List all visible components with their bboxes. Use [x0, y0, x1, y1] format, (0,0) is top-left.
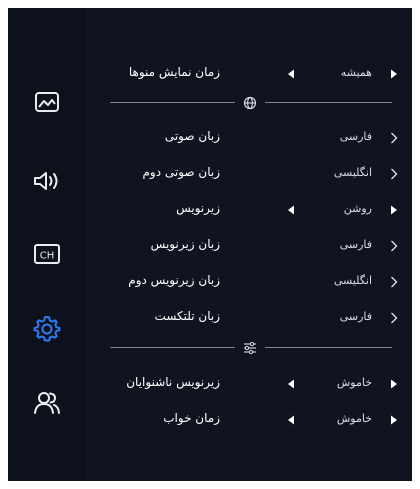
menu-row-value: همیشه	[340, 66, 372, 79]
menu-row-value: انگلیسی	[333, 274, 372, 287]
chevron-right-icon	[388, 237, 400, 255]
play-icon	[388, 65, 400, 83]
speaker-icon	[34, 172, 58, 190]
sliders-icon	[241, 340, 259, 356]
menu-row-value: فارسی	[339, 130, 372, 143]
divider-globe	[110, 95, 392, 111]
ch-icon: CH	[34, 244, 60, 264]
menu-row-label: زمان خواب	[163, 411, 220, 425]
users-icon	[34, 392, 60, 414]
left-arrow-icon[interactable]	[286, 65, 296, 83]
chevron-right-icon	[388, 273, 400, 291]
settings-menu-panel: CH همیشه زمان نمایش منوها فارسی زبان صوت…	[8, 8, 412, 481]
menu-row-label: زبان زیرنویس دوم	[128, 273, 220, 287]
menu-row-subtitle-language[interactable]: فارسی زبان زیرنویس	[86, 234, 412, 258]
gear-icon	[33, 316, 61, 342]
menu-row-subtitle[interactable]: روشن زیرنویس	[86, 198, 412, 222]
menu-row-menu-display-time[interactable]: همیشه زمان نمایش منوها	[86, 62, 412, 86]
divider-line	[110, 102, 235, 103]
menu-row-value: روشن	[343, 202, 372, 215]
menu-row-label: زبان زیرنویس	[150, 237, 220, 251]
left-arrow-icon[interactable]	[286, 375, 296, 393]
sidebar: CH	[8, 8, 86, 481]
menu-row-label: زیرنویس ناشنوایان	[126, 375, 220, 389]
image-icon	[35, 92, 59, 112]
menu-row-second-audio-language[interactable]: انگلیسی زبان صوتی دوم	[86, 162, 412, 186]
menu-row-teletext-language[interactable]: فارسی زبان تلتکست	[86, 306, 412, 330]
play-icon	[388, 411, 400, 429]
menu-row-label: زیرنویس	[176, 201, 220, 215]
chevron-right-icon	[388, 309, 400, 327]
sidebar-item-picture[interactable]	[25, 84, 69, 120]
menu-row-hearing-impaired-subtitle[interactable]: خاموش زیرنویس ناشنوایان	[86, 372, 412, 396]
sidebar-item-settings[interactable]	[25, 310, 69, 346]
divider-line	[110, 347, 235, 348]
left-arrow-icon[interactable]	[286, 201, 296, 219]
left-arrow-icon[interactable]	[286, 411, 296, 429]
divider-line	[265, 102, 392, 103]
play-icon	[388, 201, 400, 219]
divider-line	[265, 347, 392, 348]
menu-row-label: زبان صوتی دوم	[142, 165, 220, 179]
menu-row-label: زمان نمایش منوها	[128, 65, 220, 79]
play-icon	[388, 375, 400, 393]
menu-row-value: فارسی	[339, 310, 372, 323]
divider-sliders	[110, 340, 392, 356]
sidebar-item-channels[interactable]: CH	[25, 236, 69, 272]
menu-row-sleep-timer[interactable]: خاموش زمان خواب	[86, 408, 412, 432]
chevron-right-icon	[388, 165, 400, 183]
settings-content: همیشه زمان نمایش منوها فارسی زبان صوتی ا…	[86, 8, 412, 481]
menu-row-label: زبان تلتکست	[154, 309, 220, 323]
menu-row-value: انگلیسی	[333, 166, 372, 179]
ch-icon-label: CH	[40, 251, 55, 262]
menu-row-value: خاموش	[336, 376, 372, 389]
menu-row-label: زبان صوتی	[164, 129, 220, 143]
menu-row-value: خاموش	[336, 412, 372, 425]
menu-row-second-subtitle-language[interactable]: انگلیسی زبان زیرنویس دوم	[86, 270, 412, 294]
menu-row-audio-language[interactable]: فارسی زبان صوتی	[86, 126, 412, 150]
sidebar-item-sound[interactable]	[25, 163, 69, 199]
menu-row-value: فارسی	[339, 238, 372, 251]
sidebar-item-users[interactable]	[25, 385, 69, 421]
globe-icon	[241, 95, 259, 111]
chevron-right-icon	[388, 129, 400, 147]
